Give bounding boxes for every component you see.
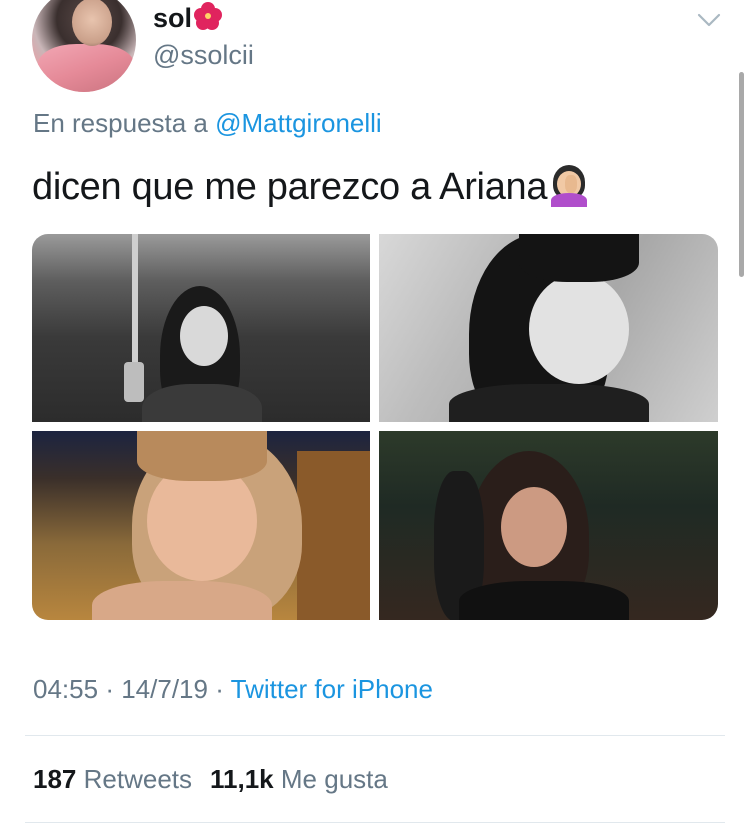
reply-mention-link[interactable]: @Mattgironelli [215, 108, 382, 138]
scrollbar[interactable] [739, 72, 744, 277]
avatar-scarf [38, 44, 134, 92]
avatar[interactable] [32, 0, 136, 92]
retweets-count: 187 [33, 764, 77, 794]
avatar-face [72, 0, 112, 46]
tweet-body: dicen que me parezco a Ariana [32, 166, 548, 208]
tweet-stats: 187 Retweets 11,1k Me gusta [33, 764, 388, 795]
media-photo-3[interactable] [32, 431, 370, 620]
meta-separator: · [215, 674, 224, 704]
divider [25, 735, 725, 736]
woman-facepalming-emoji-icon [547, 163, 591, 207]
tweet-text: dicen que me parezco a Ariana [32, 163, 591, 209]
tweet-meta: 04:55 · 14/7/19 · Twitter for iPhone [33, 674, 433, 705]
author-handle[interactable]: @ssolcii [153, 40, 254, 71]
likes-label: Me gusta [280, 764, 388, 794]
media-photo-1[interactable] [32, 234, 370, 422]
chevron-down-icon[interactable] [697, 10, 721, 30]
meta-separator: · [105, 674, 114, 704]
reply-prefix: En respuesta a [33, 108, 208, 138]
hibiscus-emoji-icon [194, 2, 223, 30]
retweets-label: Retweets [83, 764, 193, 794]
likes-count: 11,1k [210, 764, 274, 794]
divider [25, 822, 725, 823]
author-name: sol [153, 3, 193, 33]
media-grid [32, 234, 718, 620]
author-name-row[interactable]: sol [153, 2, 223, 34]
likes-stat[interactable]: 11,1k Me gusta [210, 764, 388, 794]
tweet-source-link[interactable]: Twitter for iPhone [231, 674, 433, 704]
tweet-time[interactable]: 04:55 [33, 674, 98, 704]
retweets-stat[interactable]: 187 Retweets [33, 764, 192, 794]
media-photo-2[interactable] [379, 234, 718, 422]
media-photo-4[interactable] [379, 431, 718, 620]
tweet-date[interactable]: 14/7/19 [121, 674, 208, 704]
reply-context: En respuesta a @Mattgironelli [33, 108, 382, 139]
